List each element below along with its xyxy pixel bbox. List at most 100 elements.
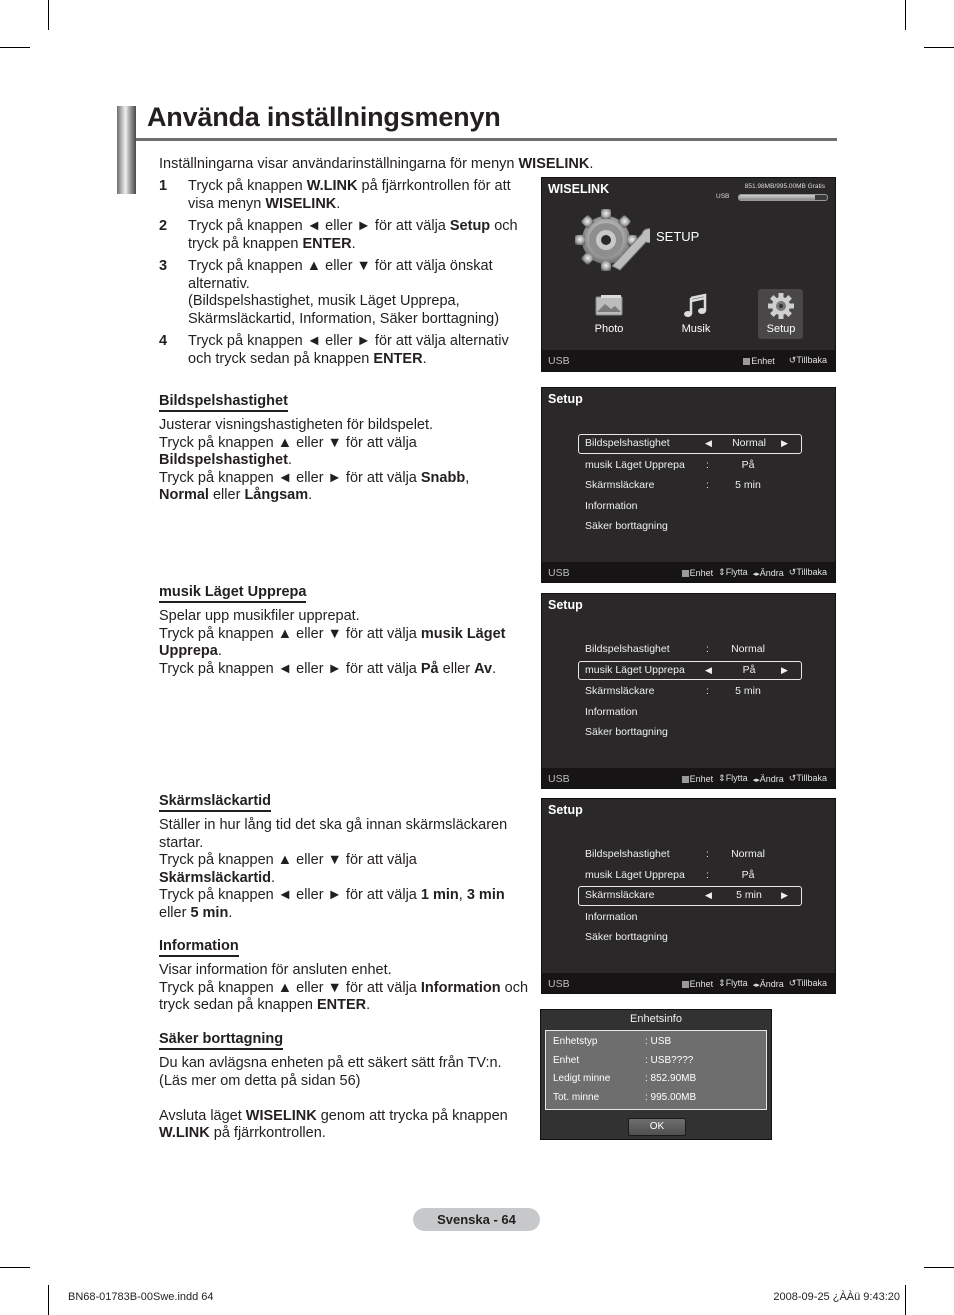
section-body: Spelar upp musikfiler upprepat. Tryck på … [159, 608, 506, 677]
hint-enhet[interactable]: Enhet [681, 979, 713, 989]
menu-item[interactable]: musik Läget Upprepa: På [578, 455, 802, 476]
hint-label: Tillbaka [796, 567, 827, 577]
crop-mark [0, 47, 30, 48]
hint-enhet[interactable]: Enhet [681, 773, 714, 784]
section-musik-laget-upprepa: musik Läget Upprepa Spelar upp musikfile… [159, 584, 529, 678]
menu-item[interactable]: Säker borttagning [578, 927, 802, 948]
hint-ändra[interactable]: ◂▸Ändra [753, 774, 784, 784]
hint-ändra[interactable]: ◂▸Ändra [753, 568, 784, 578]
menu-item-label: Säker borttagning [585, 931, 668, 943]
menu-item-value: Normal [731, 643, 765, 655]
step-number: 1 [159, 178, 168, 194]
arrow-right-icon[interactable]: ▶ [781, 662, 788, 680]
hint-enhet[interactable]: Enhet [681, 568, 713, 578]
crop-mark [48, 0, 49, 30]
menu-item-label: Skärmsläckare [585, 685, 655, 697]
menu-item[interactable]: Skärmsläckare: 5 min [578, 681, 802, 702]
title-accent-bar [117, 106, 138, 194]
arrow-right-icon[interactable]: ▶ [781, 435, 788, 453]
step-number: 4 [159, 333, 168, 349]
left-right-icon: ◂▸ [752, 776, 760, 784]
menu-item-label: musik Läget Upprepa [585, 458, 685, 471]
menu-item[interactable]: Säker borttagning [578, 722, 802, 743]
step-text: Tryck på knappen ▲ eller ▼ för att välja… [188, 258, 500, 327]
hint-tillbaka[interactable]: ↺Tillbaka [789, 773, 827, 784]
intro-bold: WISELINK [518, 156, 590, 172]
print-timestamp: 2008-09-25 ¿ÀÀü 9:43:20 [773, 1291, 900, 1303]
ok-button[interactable]: OK [628, 1118, 686, 1136]
menu-item[interactable]: musik Läget Upprepa ◀ ▶ På [578, 660, 802, 680]
menu-item[interactable]: Skärmsläckare: 5 min [578, 475, 802, 496]
menu-item-label: Säker borttagning [585, 726, 668, 738]
info-key: Enhetstyp [553, 1036, 598, 1047]
steps-list: 1 Tryck på knappen W.LINK på fjärrkontrol… [159, 178, 529, 373]
title-divider [136, 138, 837, 141]
section-skarmslackartid: Skärmsläckartid Ställer in hur lång tid … [159, 793, 529, 922]
hint-label: Flytta [725, 978, 748, 988]
setup-screen: Setup Bildspelshastighet ◀ ▶ Normal musik Läg… [541, 387, 836, 583]
menu-item[interactable]: Skärmsläckare ◀ ▶ 5 min [578, 886, 802, 906]
setup-footer: USB Enhet ⇕Flytta ◂▸Ändra ↺Tillbaka [542, 973, 835, 993]
intro-text: Inställningarna visar användarinställnin… [159, 155, 593, 173]
app-photo[interactable]: Photo [579, 292, 639, 335]
hint-tillbaka[interactable]: ↺Tillbaka [789, 978, 827, 989]
gear-icon [768, 293, 794, 319]
left-right-icon: ◂▸ [752, 981, 760, 989]
separator: : [706, 868, 709, 881]
info-row: Enhet: USB???? [553, 1055, 693, 1066]
separator: : [706, 685, 709, 697]
menu-item-label: musik Läget Upprepa [585, 663, 685, 676]
app-musik[interactable]: Musik [666, 292, 726, 335]
arrow-left-icon[interactable]: ◀ [705, 662, 712, 680]
menu-item[interactable]: Säker borttagning [578, 516, 802, 537]
menu-item[interactable]: Bildspelshastighet: Normal [578, 844, 802, 865]
device-info-dialog: Enhetsinfo Enhetstyp: USB Enhet: USB????… [540, 1009, 772, 1140]
info-key: Enhet [553, 1055, 580, 1066]
menu-item-label: Information [585, 499, 638, 512]
info-row: Ledigt minne: 852.90MB [553, 1073, 696, 1084]
hint-ändra[interactable]: ◂▸Ändra [753, 979, 784, 989]
square-button-icon [743, 357, 751, 365]
intro-post: . [589, 156, 594, 172]
square-button-icon [681, 569, 689, 577]
section-body: Visar information för ansluten enhet. Try… [159, 962, 529, 1013]
setup-menu: Bildspelshastighet ◀ ▶ Normal musik Läget Up… [578, 433, 802, 537]
footer-hints: Enhet ⇕Flytta ◂▸Ändra ↺Tillbaka [681, 567, 827, 578]
step-text: Tryck på knappen W.LINK på fjärrkontroll… [188, 178, 511, 212]
app-setup[interactable]: Setup [751, 289, 811, 339]
step: 4 Tryck på knappen ◄ eller ► för att välj… [159, 333, 529, 368]
menu-item[interactable]: musik Läget Upprepa: På [578, 865, 802, 886]
hint-tillbaka[interactable]: ↺Tillbaka [789, 355, 827, 366]
section-information: Information Visar information för anslut… [159, 938, 529, 1015]
hint-label: Enhet [689, 773, 714, 784]
menu-item-value: 5 min [735, 685, 761, 697]
setup-title: Setup [548, 392, 583, 406]
menu-item[interactable]: Information [578, 702, 802, 723]
arrow-left-icon[interactable]: ◀ [705, 887, 712, 905]
arrow-right-icon[interactable]: ▶ [781, 887, 788, 905]
hint-label: Tillbaka [796, 355, 827, 365]
section-heading: Information [159, 938, 239, 957]
storage-bar [738, 194, 828, 201]
menu-item[interactable]: Information [578, 907, 802, 928]
crop-mark [924, 1267, 954, 1268]
hint-flytta[interactable]: ⇕Flytta [718, 773, 748, 784]
separator: : [706, 458, 709, 471]
setup-screen: Setup Bildspelshastighet: Normal musik Läge… [541, 593, 836, 789]
storage-fill [739, 195, 815, 200]
arrow-left-icon[interactable]: ◀ [705, 435, 712, 453]
info-row: Enhetstyp: USB [553, 1036, 671, 1047]
photo-icon [595, 295, 623, 316]
hint-flytta[interactable]: ⇕Flytta [718, 567, 748, 578]
up-down-icon: ⇕ [718, 567, 726, 577]
menu-item[interactable]: Information [578, 496, 802, 517]
hint-flytta[interactable]: ⇕Flytta [718, 978, 748, 989]
section-saker-borttagning: Säker borttagning Du kan avlägsna enhete… [159, 1031, 529, 1143]
hint-tillbaka[interactable]: ↺Tillbaka [789, 567, 827, 578]
hint-enhet[interactable]: Enhet [743, 356, 775, 366]
section-body: Du kan avlägsna enheten på ett säkert sä… [159, 1055, 508, 1141]
menu-item[interactable]: Bildspelshastighet: Normal [578, 639, 802, 660]
menu-item[interactable]: Bildspelshastighet ◀ ▶ Normal [578, 434, 802, 454]
info-row: Tot. minne: 995.00MB [553, 1092, 696, 1103]
dialog-body: Enhetstyp: USB Enhet: USB???? Ledigt min… [545, 1030, 767, 1110]
